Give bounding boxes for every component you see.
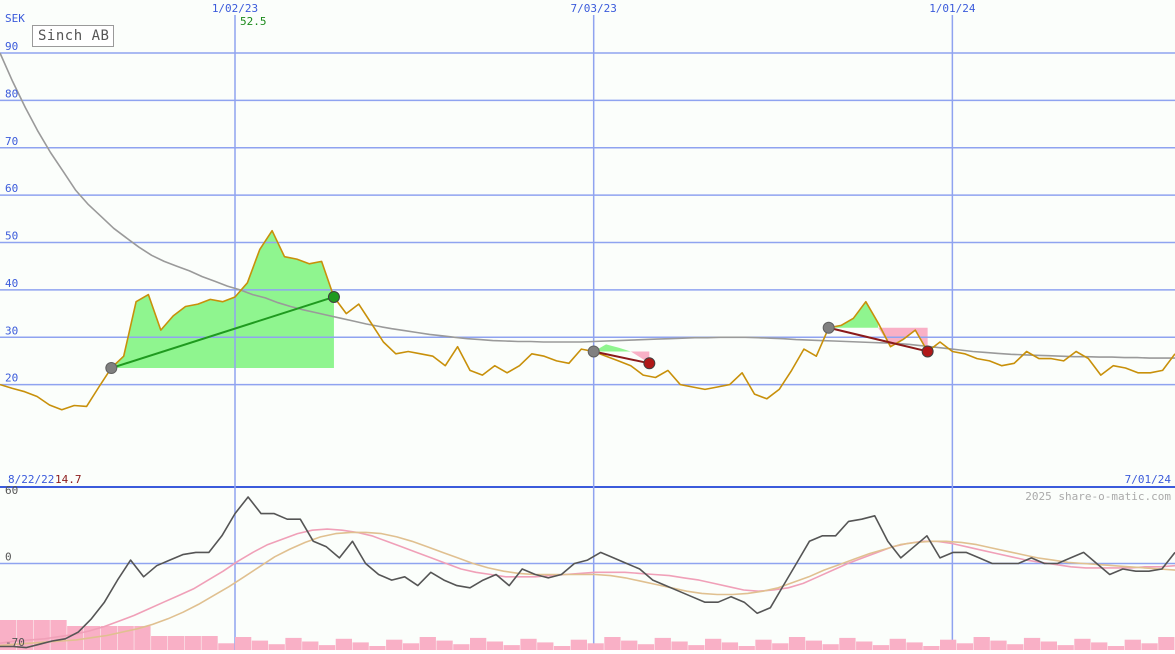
- volume-bar: [1124, 639, 1141, 650]
- volume-bar: [755, 639, 772, 650]
- y-tick-label: 40: [5, 277, 18, 290]
- volume-bar: [654, 637, 671, 650]
- entry-marker: [587, 345, 600, 358]
- volume-bar: [285, 637, 302, 650]
- volume-bar: [235, 637, 252, 650]
- volume-bar: [822, 644, 839, 650]
- volume-bar: [302, 641, 319, 650]
- volume-bar: [167, 636, 185, 650]
- volume-bar: [318, 645, 336, 650]
- min-price-label: 14.7: [55, 473, 82, 486]
- entry-marker: [822, 321, 835, 334]
- volume-bar: [889, 638, 906, 650]
- volume-bar: [973, 637, 990, 650]
- volume-bar: [738, 646, 755, 650]
- volume-bar: [621, 640, 638, 650]
- volume-bar: [402, 643, 420, 650]
- volume-bar: [1091, 642, 1108, 650]
- moving-average-line: [0, 52, 1175, 359]
- volume-bar: [335, 638, 352, 650]
- volume-bar: [721, 642, 739, 650]
- entry-marker: [105, 362, 118, 375]
- exit-marker: [921, 345, 934, 358]
- oscillator-signal-tan: [0, 531, 1175, 647]
- volume-bar: [184, 636, 201, 650]
- oscillator-y-tick: 0: [5, 550, 12, 563]
- volume-bar: [839, 637, 856, 650]
- volume-bar: [906, 642, 923, 650]
- volume-bar: [201, 636, 218, 650]
- y-tick-label: 60: [5, 182, 18, 195]
- oscillator-y-tick: -70: [5, 636, 25, 649]
- volume-bar: [419, 637, 436, 650]
- volume-bar: [671, 641, 688, 650]
- volume-bar: [268, 644, 285, 650]
- volume-bar: [537, 642, 554, 650]
- y-tick-label: 50: [5, 230, 18, 243]
- volume-bar: [1040, 641, 1057, 650]
- volume-bar: [386, 639, 403, 650]
- volume-bar: [352, 642, 369, 650]
- currency-label: SEK: [5, 12, 25, 25]
- volume-bars: [0, 620, 1175, 650]
- volume-bar: [705, 638, 722, 650]
- exit-marker: [327, 290, 340, 303]
- volume-bar: [872, 645, 890, 650]
- x-tick-label: 7/03/23: [571, 2, 617, 15]
- price-chart: 20 30 40 50 60 70 80 90 1/02/23 7/03/23 1/01/24 SEK…: [0, 2, 1175, 650]
- volume-bar: [637, 644, 655, 650]
- volume-bar: [788, 637, 806, 650]
- volume-bar: [688, 645, 705, 650]
- volume-bar: [251, 640, 269, 650]
- y-tick-label: 30: [5, 324, 18, 337]
- volume-bar: [604, 637, 621, 650]
- y-tick-label: 20: [5, 372, 18, 385]
- volume-bar: [1057, 645, 1074, 650]
- volume-bar: [369, 646, 386, 650]
- volume-bar: [218, 643, 235, 650]
- y-tick-label: 70: [5, 135, 18, 148]
- volume-bar: [1141, 643, 1158, 650]
- ticker-label: Sinch AB: [32, 25, 114, 47]
- volume-bar: [470, 637, 487, 650]
- volume-bar: [1007, 644, 1024, 650]
- volume-bar: [805, 640, 822, 650]
- volume-bar: [486, 641, 504, 650]
- volume-bar: [520, 638, 537, 650]
- volume-bar: [553, 646, 571, 650]
- y-tick-label: 90: [5, 40, 18, 53]
- volume-bar: [1158, 637, 1175, 650]
- volume-bar: [956, 643, 974, 650]
- oscillator-y-tick: 60: [5, 484, 18, 497]
- volume-bar: [940, 639, 957, 650]
- gain-area: [828, 301, 879, 328]
- volume-bar: [436, 640, 453, 650]
- volume-bar: [772, 643, 789, 650]
- volume-bar: [923, 646, 940, 650]
- volume-bar: [990, 640, 1007, 650]
- volume-bar: [856, 641, 873, 650]
- end-date-label: 7/01/24: [1125, 473, 1172, 486]
- volume-bar: [100, 626, 117, 650]
- x-tick-label: 1/01/24: [929, 2, 976, 15]
- volume-bar: [1023, 637, 1041, 650]
- max-price-label: 52.5: [240, 15, 267, 28]
- oscillator-signal-pink: [0, 528, 1175, 644]
- signal-fills: [111, 230, 928, 369]
- volume-bar: [587, 643, 604, 650]
- volume-bar: [503, 645, 520, 650]
- watermark: 2025 share-o-matic.com: [1025, 490, 1171, 503]
- volume-bar: [50, 620, 67, 650]
- x-tick-label: 1/02/23: [212, 2, 258, 15]
- volume-bar: [1074, 638, 1091, 650]
- volume-bar: [453, 644, 470, 650]
- volume-bar: [570, 639, 587, 650]
- volume-bar: [151, 636, 168, 650]
- volume-bar: [1107, 646, 1125, 650]
- exit-marker: [643, 357, 656, 370]
- y-tick-label: 80: [5, 87, 18, 100]
- chart-root: 20 30 40 50 60 70 80 90 1/02/23 7/03/23 1/01/24 SEK…: [0, 0, 1175, 650]
